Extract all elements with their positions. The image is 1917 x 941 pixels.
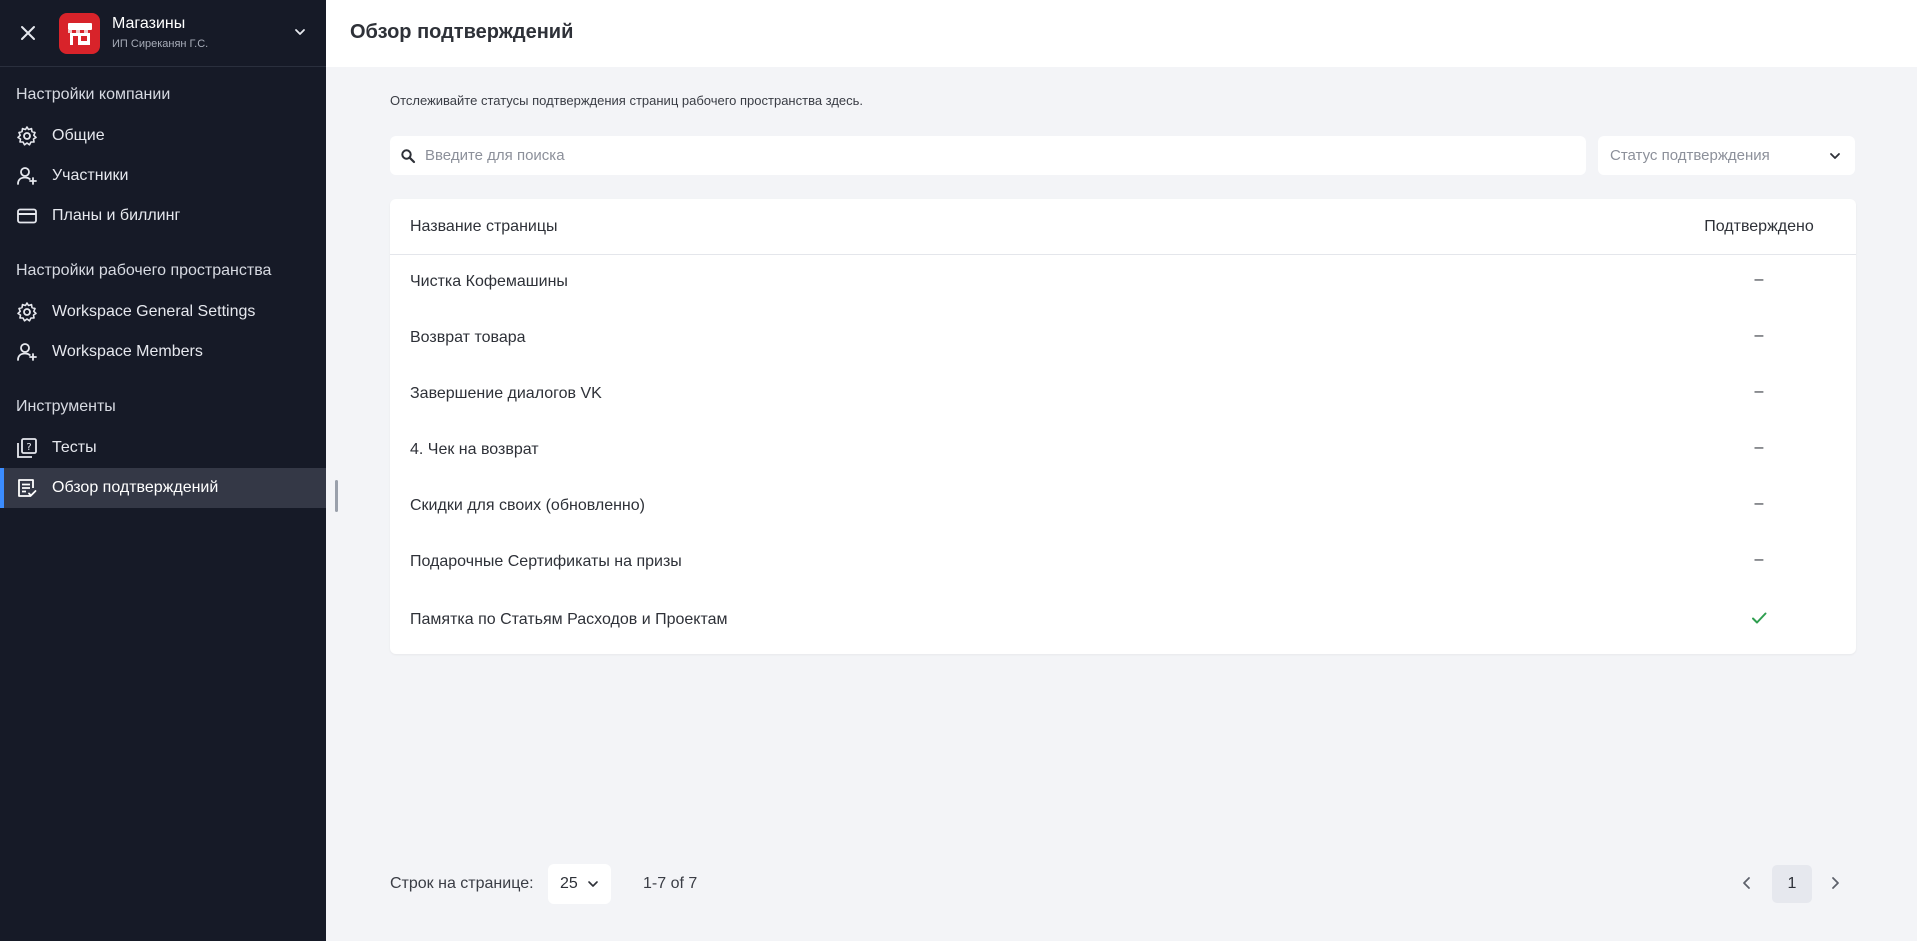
confirmed-cell: –: [1754, 271, 1764, 288]
search-input[interactable]: [425, 136, 1575, 175]
chevron-down-icon: [1827, 148, 1843, 164]
gear-icon: [16, 301, 38, 323]
table-row[interactable]: Скидки для своих (обновленно) –: [390, 479, 1856, 535]
store-logo-icon: [59, 13, 100, 54]
pagination-range: 1-7 of 7: [643, 875, 698, 892]
page-button-current[interactable]: 1: [1772, 865, 1812, 903]
chevron-right-icon[interactable]: [1826, 874, 1844, 892]
confirmed-cell: –: [1754, 439, 1764, 456]
sidebar-item-label: Тесты: [52, 439, 97, 456]
chevron-down-icon[interactable]: [292, 24, 308, 40]
chevron-left-icon[interactable]: [1738, 874, 1756, 892]
org-switcher[interactable]: Магазины ИП Сиреканян Г.С.: [0, 0, 326, 67]
confirmed-cell: –: [1754, 327, 1764, 344]
chevron-down-icon: [586, 877, 600, 891]
search-icon: [400, 148, 416, 164]
sidebar-item-confirmations[interactable]: Обзор подтверждений: [0, 468, 326, 508]
svg-text:?: ?: [26, 442, 31, 453]
gear-icon: [16, 125, 38, 147]
column-header-name[interactable]: Название страницы: [410, 218, 558, 236]
table-row[interactable]: Завершение диалогов VK –: [390, 367, 1856, 423]
confirmed-cell: –: [1754, 495, 1764, 512]
table-header: Название страницы Подтверждено: [390, 199, 1856, 255]
rows-per-page-value: 25: [560, 875, 578, 892]
sidebar-item-workspace-general[interactable]: Workspace General Settings: [0, 292, 326, 332]
quiz-icon: ?: [16, 437, 38, 459]
org-name: Магазины: [112, 15, 186, 32]
status-filter-select[interactable]: Статус подтверждения: [1598, 136, 1855, 175]
section-title-workspace: Настройки рабочего пространства: [16, 262, 272, 279]
page-name-cell: Скидки для своих (обновленно): [410, 497, 645, 514]
checklist-icon: [16, 477, 38, 499]
confirmed-cell: –: [1754, 551, 1764, 568]
page-name-cell: Возврат товара: [410, 329, 526, 346]
sidebar: Магазины ИП Сиреканян Г.С. Настройки ком…: [0, 0, 326, 941]
rows-per-page-select[interactable]: 25: [548, 864, 611, 904]
add-user-icon: [16, 341, 38, 363]
section-title-company: Настройки компании: [16, 86, 171, 103]
page-name-cell: 4. Чек на возврат: [410, 441, 539, 458]
confirmed-cell: [1690, 609, 1828, 632]
credit-card-icon: [16, 205, 38, 227]
page-name-cell: Завершение диалогов VK: [410, 385, 602, 402]
sidebar-item-label: Участники: [52, 167, 129, 184]
search-bar[interactable]: [390, 136, 1586, 175]
sidebar-item-label: Общие: [52, 127, 105, 144]
page-name-cell: Памятка по Статьям Расходов и Проектам: [410, 611, 728, 628]
sidebar-item-label: Workspace Members: [52, 343, 203, 360]
page-name-cell: Подарочные Сертификаты на призы: [410, 553, 682, 570]
check-icon: [1750, 609, 1768, 627]
sidebar-item-members[interactable]: Участники: [0, 156, 326, 196]
rows-per-page-label: Строк на странице:: [390, 875, 534, 892]
page-title: Обзор подтверждений: [350, 21, 574, 43]
sidebar-item-label: Планы и биллинг: [52, 207, 181, 224]
sidebar-resize-handle[interactable]: [335, 480, 338, 512]
table-row[interactable]: 4. Чек на возврат –: [390, 423, 1856, 479]
page-name-cell: Чистка Кофемашины: [410, 273, 568, 290]
page-header: Обзор подтверждений: [326, 0, 1917, 67]
close-icon[interactable]: [17, 22, 39, 44]
confirmations-table: Название страницы Подтверждено Чистка Ко…: [390, 199, 1856, 654]
org-subtitle: ИП Сиреканян Г.С.: [112, 38, 209, 50]
table-row[interactable]: Подарочные Сертификаты на призы –: [390, 535, 1856, 591]
sidebar-item-label: Workspace General Settings: [52, 303, 256, 320]
confirmed-cell: –: [1754, 383, 1764, 400]
section-title-tools: Инструменты: [16, 398, 116, 415]
add-user-icon: [16, 165, 38, 187]
sidebar-item-workspace-members[interactable]: Workspace Members: [0, 332, 326, 372]
sidebar-item-general[interactable]: Общие: [0, 116, 326, 156]
table-row[interactable]: Возврат товара –: [390, 311, 1856, 367]
status-filter-placeholder: Статус подтверждения: [1610, 147, 1770, 164]
sidebar-item-label: Обзор подтверждений: [52, 479, 219, 496]
sidebar-item-tests[interactable]: ? Тесты: [0, 428, 326, 468]
table-row[interactable]: Чистка Кофемашины –: [390, 255, 1856, 311]
sidebar-item-billing[interactable]: Планы и биллинг: [0, 196, 326, 236]
column-header-confirmed[interactable]: Подтверждено: [1690, 218, 1828, 236]
table-row[interactable]: Памятка по Статьям Расходов и Проектам: [390, 593, 1856, 649]
page-description: Отслеживайте статусы подтверждения стран…: [390, 93, 864, 108]
